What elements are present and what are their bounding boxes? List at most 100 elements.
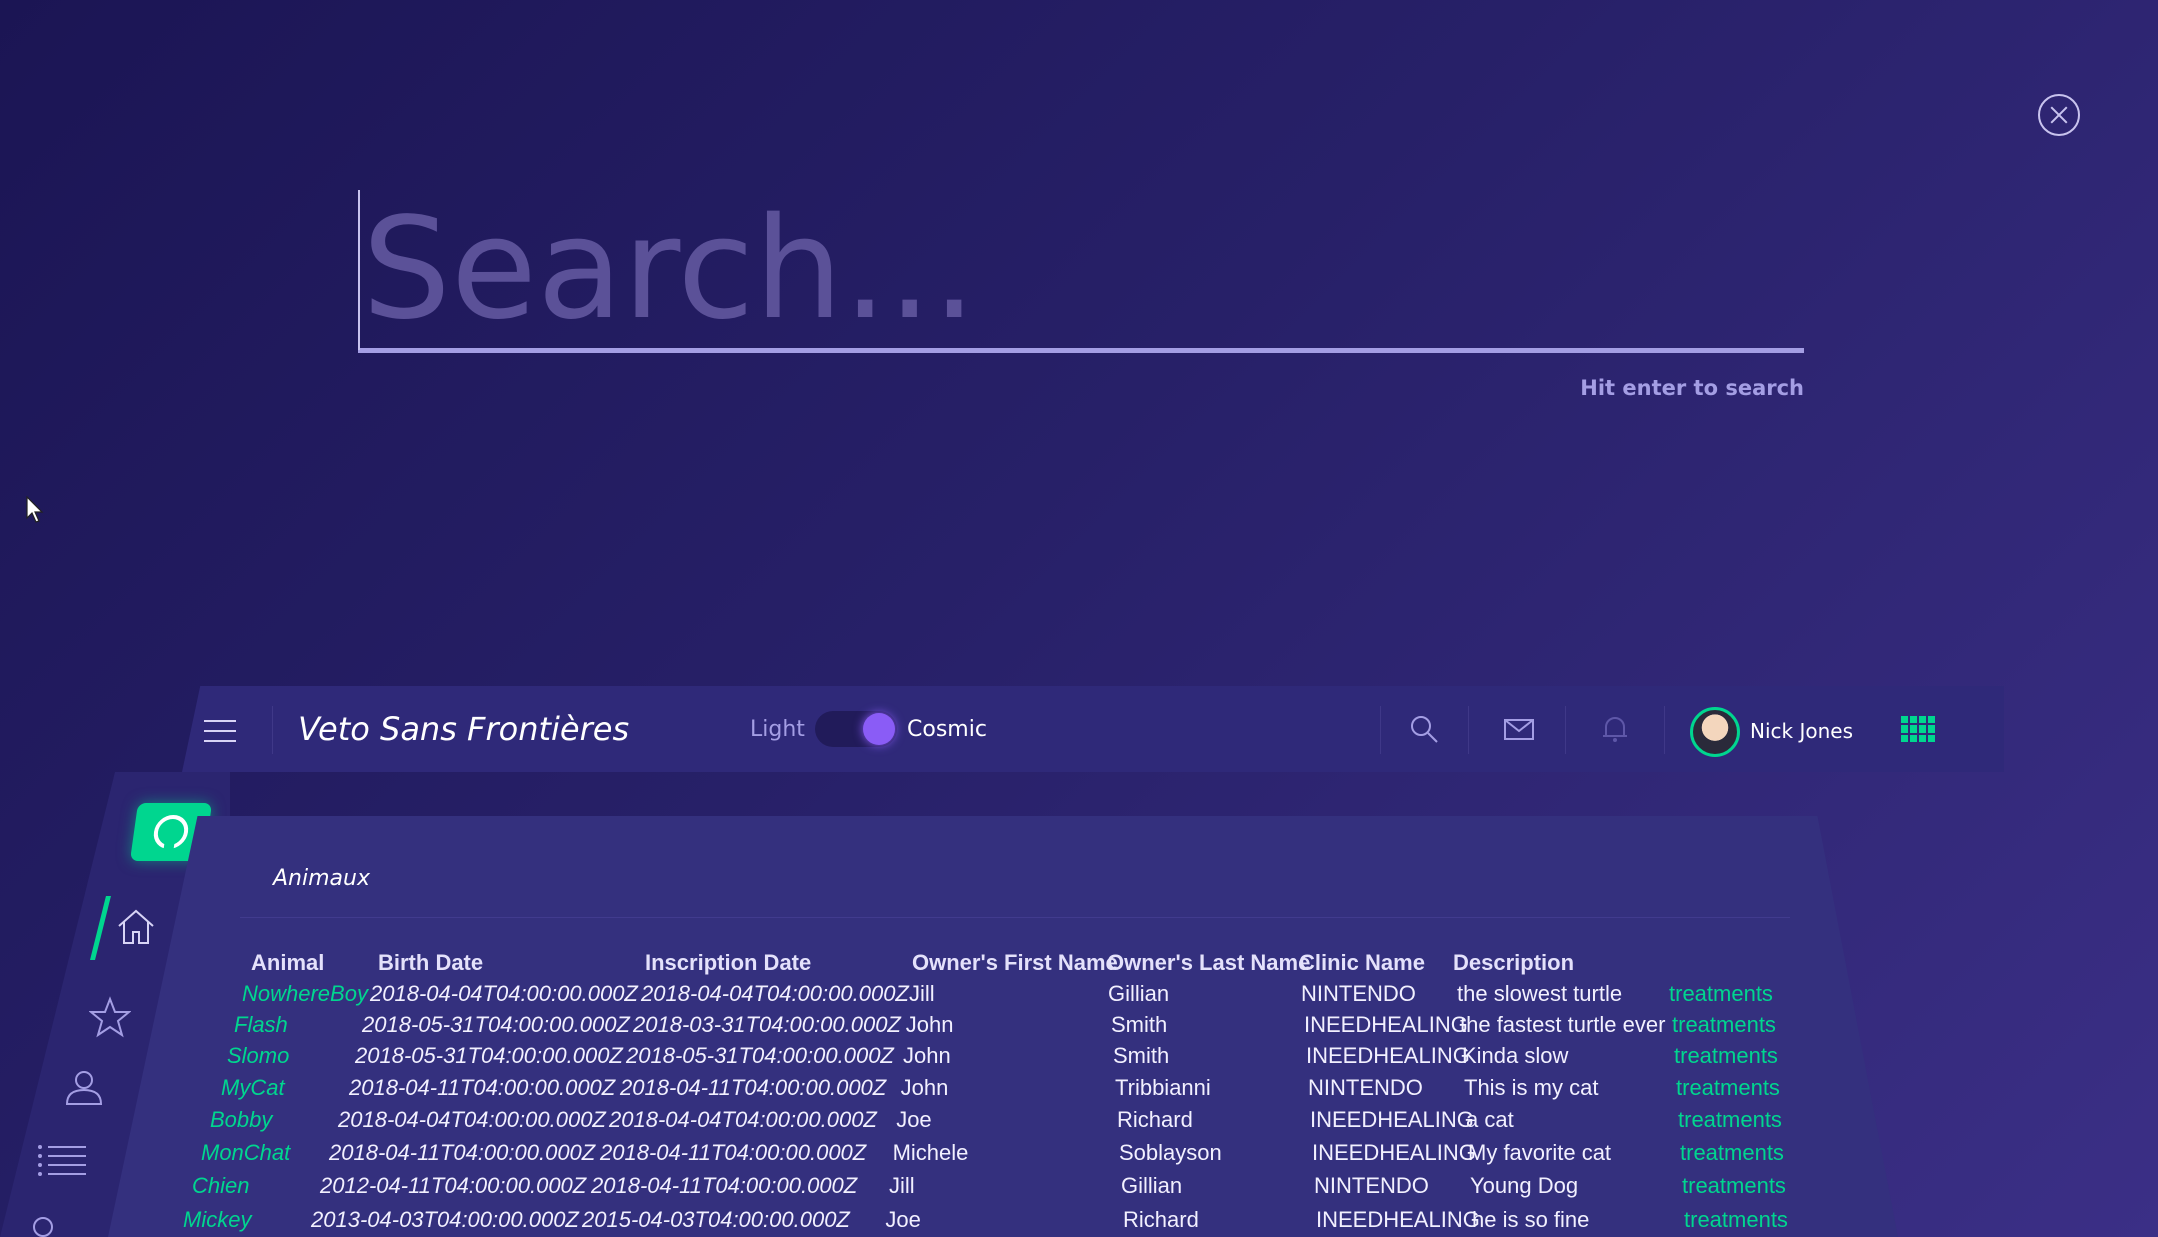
- treatments-link[interactable]: treatments: [1669, 981, 1773, 1007]
- nav-divider: [1468, 706, 1469, 754]
- cell-inscription-date: 2018-05-31T04:00:00.000Z: [626, 1043, 894, 1068]
- cell-clinic-name: INEEDHEALING: [1312, 1140, 1476, 1165]
- cell-animal[interactable]: Flash: [234, 1012, 288, 1038]
- cell-inscription-date: 2018-04-11T04:00:00.000Z: [620, 1075, 887, 1100]
- col-header-inscription-date: Inscription Date: [645, 950, 812, 975]
- cell-description: he is so fine: [1472, 1207, 1590, 1232]
- cell-owner-first-name: Joe: [896, 1107, 932, 1132]
- bell-icon[interactable]: [1598, 712, 1632, 746]
- cell-owner-first-name: John: [903, 1043, 951, 1068]
- treatments-link[interactable]: treatments: [1676, 1075, 1780, 1101]
- cell-owner-last-name: Richard: [1123, 1207, 1199, 1232]
- col-header-owner-last-name: Owner's Last Name: [1107, 950, 1311, 975]
- col-header-birth-date: Birth Date: [378, 950, 484, 975]
- cell-description: Young Dog: [1470, 1173, 1579, 1198]
- cell-inscription-date: 2018-04-11T04:00:00.000Z: [600, 1140, 867, 1165]
- cell-owner-last-name: Gillian: [1108, 981, 1170, 1006]
- avatar[interactable]: [1690, 707, 1740, 757]
- cell-inscription-date: 2018-04-11T04:00:00.000Z: [591, 1173, 858, 1198]
- cell-animal[interactable]: Bobby: [210, 1107, 272, 1133]
- cell-description: the slowest turtle: [1457, 981, 1623, 1006]
- cell-inscription-date: 2018-04-04T04:00:00.000Z: [641, 981, 909, 1006]
- close-search-button[interactable]: [2038, 94, 2080, 136]
- col-header-clinic-name: Clinic Name: [1299, 950, 1425, 975]
- cell-birth-date: 2013-04-03T04:00:00.000Z: [311, 1207, 579, 1232]
- search-input[interactable]: [358, 190, 1804, 348]
- nav-divider: [1664, 706, 1665, 754]
- treatments-link[interactable]: treatments: [1672, 1012, 1776, 1038]
- cell-owner-first-name: Michele: [892, 1140, 969, 1165]
- cell-clinic-name: INEEDHEALING: [1306, 1043, 1470, 1068]
- cell-description: Kinda slow: [1462, 1043, 1569, 1068]
- user-name[interactable]: Nick Jones: [1750, 719, 1853, 743]
- col-header-owner-first-name: Owner's First Name: [912, 950, 1118, 975]
- cell-animal[interactable]: MonChat: [201, 1140, 290, 1166]
- cell-animal[interactable]: MyCat: [221, 1075, 285, 1101]
- cell-owner-first-name: John: [905, 1012, 954, 1037]
- search-hint: Hit enter to search: [1580, 376, 1804, 400]
- app-title[interactable]: Veto Sans Frontières: [298, 710, 629, 748]
- cell-owner-last-name: Gillian: [1121, 1173, 1183, 1198]
- cell-birth-date: 2018-05-31T04:00:00.000Z: [362, 1012, 630, 1037]
- cell-clinic-name: NINTENDO: [1308, 1075, 1423, 1100]
- cell-clinic-name: INEEDHEALING: [1316, 1207, 1480, 1232]
- star-icon[interactable]: [89, 996, 131, 1038]
- cell-owner-first-name: John: [900, 1075, 949, 1100]
- hamburger-menu-icon[interactable]: [204, 720, 236, 742]
- theme-label-cosmic: Cosmic: [907, 717, 987, 742]
- cell-clinic-name: INEEDHEALING: [1310, 1107, 1474, 1132]
- nav-divider: [1380, 706, 1381, 754]
- grid-icon[interactable]: [1901, 716, 1935, 742]
- cell-animal[interactable]: Chien: [192, 1173, 249, 1199]
- cell-owner-last-name: Smith: [1111, 1012, 1168, 1037]
- cell-owner-first-name: Jill: [909, 981, 935, 1006]
- cell-clinic-name: NINTENDO: [1301, 981, 1416, 1006]
- cell-birth-date: 2018-05-31T04:00:00.000Z: [355, 1043, 623, 1068]
- cell-birth-date: 2012-04-11T04:00:00.000Z: [320, 1173, 587, 1198]
- toggle-knob: [863, 713, 895, 745]
- cell-clinic-name: INEEDHEALING: [1304, 1012, 1468, 1037]
- treatments-link[interactable]: treatments: [1680, 1140, 1784, 1166]
- user-icon[interactable]: [63, 1066, 105, 1108]
- col-header-description: Description: [1453, 950, 1575, 975]
- location-icon[interactable]: [30, 1214, 58, 1237]
- cell-description: This is my cat: [1464, 1075, 1599, 1100]
- cell-description: My favorite cat: [1468, 1140, 1612, 1165]
- cell-birth-date: 2018-04-04T04:00:00.000Z: [370, 981, 638, 1006]
- cell-inscription-date: 2018-03-31T04:00:00.000Z: [633, 1012, 901, 1037]
- home-icon[interactable]: [115, 906, 157, 948]
- cell-animal[interactable]: Mickey: [183, 1207, 251, 1233]
- theme-label-light: Light: [750, 717, 805, 742]
- cell-birth-date: 2018-04-04T04:00:00.000Z: [338, 1107, 606, 1132]
- nav-divider: [1565, 706, 1566, 754]
- col-header-animal: Animal: [251, 950, 325, 975]
- cell-owner-first-name: Joe: [885, 1207, 921, 1232]
- cell-animal[interactable]: NowhereBoy: [242, 981, 368, 1007]
- mouse-pointer-icon: [26, 496, 44, 523]
- app-background: Veto Sans Frontières Light Cosmic Nick J…: [0, 0, 2158, 1237]
- treatments-link[interactable]: treatments: [1678, 1107, 1782, 1133]
- cell-description: the fastest turtle ever: [1460, 1012, 1666, 1037]
- cell-inscription-date: 2015-04-03T04:00:00.000Z: [582, 1207, 850, 1232]
- cell-owner-last-name: Smith: [1113, 1043, 1170, 1068]
- cell-inscription-date: 2018-04-04T04:00:00.000Z: [609, 1107, 877, 1132]
- cell-owner-last-name: Soblayson: [1119, 1140, 1222, 1165]
- cell-birth-date: 2018-04-11T04:00:00.000Z: [329, 1140, 596, 1165]
- search-field[interactable]: [358, 190, 1804, 353]
- treatments-link[interactable]: treatments: [1682, 1173, 1786, 1199]
- cell-animal[interactable]: Slomo: [227, 1043, 289, 1069]
- cell-description: a cat: [1466, 1107, 1514, 1132]
- mail-icon[interactable]: [1502, 712, 1536, 746]
- cell-birth-date: 2018-04-11T04:00:00.000Z: [349, 1075, 616, 1100]
- treatments-link[interactable]: treatments: [1674, 1043, 1778, 1069]
- card-divider: [240, 917, 1790, 918]
- list-icon[interactable]: [36, 1142, 88, 1178]
- theme-toggle[interactable]: [815, 711, 897, 747]
- cell-clinic-name: NINTENDO: [1314, 1173, 1429, 1198]
- cell-owner-last-name: Richard: [1117, 1107, 1193, 1132]
- nav-divider: [272, 706, 273, 754]
- search-icon[interactable]: [1407, 712, 1441, 746]
- card-title: Animaux: [273, 866, 370, 891]
- treatments-link[interactable]: treatments: [1684, 1207, 1788, 1233]
- cell-owner-first-name: Jill: [889, 1173, 915, 1198]
